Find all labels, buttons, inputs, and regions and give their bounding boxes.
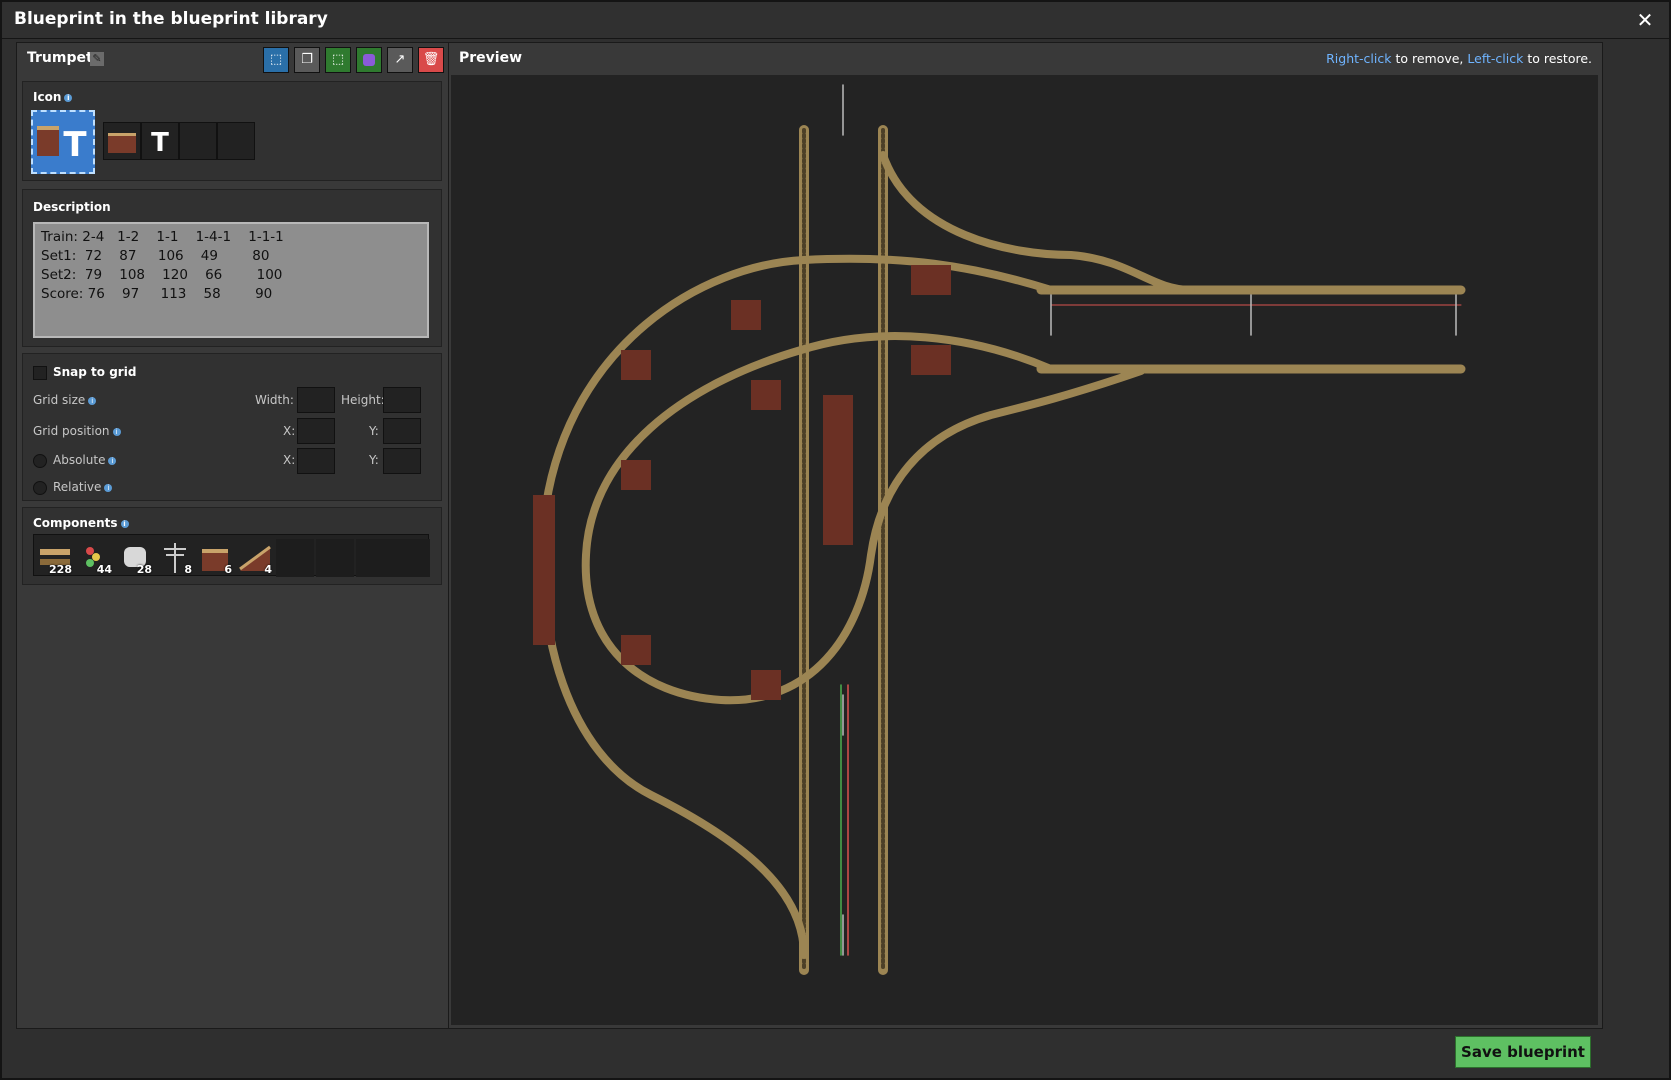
blueprint-preview-canvas[interactable] <box>451 75 1598 1025</box>
svg-text:T: T <box>151 128 169 158</box>
icon-section: Icon i T T <box>22 81 442 181</box>
big-electric-pole-icon[interactable]: 8 <box>156 539 194 577</box>
absolute-y-input[interactable] <box>383 448 421 474</box>
component-count: 28 <box>136 563 152 576</box>
relative-radio[interactable] <box>33 481 47 495</box>
rail-layout-drawing <box>533 84 1466 975</box>
absolute-radio[interactable] <box>33 454 47 468</box>
rail-support <box>751 380 781 410</box>
upgrade-area-icon[interactable]: ⬚ <box>325 47 351 73</box>
rail-support <box>621 350 651 380</box>
rail-support-icon[interactable]: 6 <box>196 539 234 577</box>
snap-to-grid-checkbox[interactable] <box>33 366 47 380</box>
rail-signal-icon[interactable]: 44 <box>76 539 114 577</box>
preview-panel: Preview Right-click to remove, Left-clic… <box>448 42 1603 1029</box>
components-bar: 228 44 28 8 6 4 <box>33 534 430 577</box>
component-count: 6 <box>224 563 232 576</box>
hint-text-2: to restore. <box>1523 51 1592 66</box>
info-icon[interactable]: i <box>108 456 117 465</box>
elevated-rail-ramp-icon[interactable]: 4 <box>236 539 274 577</box>
components-title: Components <box>33 516 118 530</box>
info-icon[interactable]: i <box>88 396 97 405</box>
x-label: X: <box>283 453 296 467</box>
rail-support <box>911 265 951 295</box>
description-textbox[interactable]: Train: 2-4 1-2 1-1 1-4-1 1-1-1 Set1: 72 … <box>33 222 429 338</box>
grid-position-y-input[interactable] <box>383 418 421 444</box>
description-line: Train: 2-4 1-2 1-1 1-4-1 1-1-1 <box>41 229 284 245</box>
blueprint-header: Trumpet ✎ ⬚ ❐ ⬚ ↗ 🗑 <box>17 43 449 75</box>
info-icon[interactable]: i <box>120 519 129 528</box>
grid-height-input[interactable] <box>383 387 421 413</box>
window-title: Blueprint in the blueprint library <box>14 9 328 29</box>
icon-slot-1[interactable] <box>103 122 141 160</box>
icon-slot-4[interactable] <box>217 122 255 160</box>
rail-support <box>621 460 651 490</box>
titlebar: Blueprint in the blueprint library ✕ <box>2 2 1669 39</box>
rail-support <box>911 345 951 375</box>
info-icon[interactable]: i <box>104 483 113 492</box>
rail-support <box>731 300 761 330</box>
description-title: Description <box>33 200 111 214</box>
height-label: Height: <box>341 393 385 407</box>
component-count: 8 <box>184 563 192 576</box>
description-section: Description Train: 2-4 1-2 1-1 1-4-1 1-1… <box>22 189 442 347</box>
x-label: X: <box>283 424 296 438</box>
copy-icon[interactable]: ❐ <box>294 47 320 73</box>
rail-support <box>751 670 781 700</box>
info-icon[interactable]: i <box>64 93 73 102</box>
snap-to-grid-label: Snap to grid <box>53 365 137 379</box>
empty-component-slot <box>276 539 314 577</box>
hint-left-click: Left-click <box>1467 51 1524 66</box>
rail-support <box>533 495 555 645</box>
relative-label: Relative <box>53 480 102 494</box>
icon-slot-3[interactable] <box>179 122 217 160</box>
icon-section-title: Icon <box>33 90 62 104</box>
info-icon[interactable]: i <box>112 427 121 436</box>
grid-section: Snap to grid Grid size i Width: Height: G… <box>22 353 442 501</box>
absolute-label: Absolute <box>53 453 106 467</box>
export-string-icon[interactable]: ↗ <box>387 47 413 73</box>
grid-position-label: Grid position <box>33 424 110 438</box>
y-label: Y: <box>369 424 379 438</box>
delete-icon[interactable]: 🗑 <box>418 47 444 73</box>
grid-position-x-input[interactable] <box>297 418 335 444</box>
description-line: Set2: 79 108 120 66 100 <box>41 267 283 283</box>
component-count: 228 <box>49 563 72 576</box>
icon-slot-2[interactable]: T <box>141 122 179 160</box>
close-icon[interactable]: ✕ <box>1633 8 1657 32</box>
hint-right-click: Right-click <box>1326 51 1392 66</box>
rail-support <box>823 395 853 545</box>
component-count: 44 <box>96 563 112 576</box>
rename-icon[interactable]: ✎ <box>90 52 104 66</box>
absolute-x-input[interactable] <box>297 448 335 474</box>
rail-chain-signal-icon[interactable]: 28 <box>116 539 154 577</box>
width-label: Width: <box>255 393 294 407</box>
rail-support <box>621 635 651 665</box>
blueprint-preview-icon[interactable]: T <box>31 110 95 174</box>
description-line: Set1: 72 87 106 49 80 <box>41 248 270 264</box>
rail-curve <box>581 332 1145 705</box>
preview-hint: Right-click to remove, Left-click to res… <box>1326 51 1592 66</box>
empty-component-slot <box>356 539 394 577</box>
rail-icon[interactable]: 228 <box>36 539 74 577</box>
empty-component-slot <box>392 539 430 577</box>
blueprint-settings-panel: Trumpet ✎ ⬚ ❐ ⬚ ↗ 🗑 Icon i T T Descripti… <box>16 42 450 1029</box>
preview-title: Preview <box>459 50 523 66</box>
parameters-icon[interactable] <box>356 47 382 73</box>
description-line: Score: 76 97 113 58 90 <box>41 286 273 302</box>
y-label: Y: <box>369 453 379 467</box>
blueprint-name: Trumpet <box>27 50 93 66</box>
svg-text:T: T <box>63 125 87 165</box>
empty-component-slot <box>316 539 354 577</box>
component-count: 4 <box>264 563 272 576</box>
save-blueprint-button[interactable]: Save blueprint <box>1455 1036 1591 1068</box>
components-section: Components i 228 44 28 8 6 4 <box>22 507 442 585</box>
grid-size-label: Grid size <box>33 393 86 407</box>
select-area-icon[interactable]: ⬚ <box>263 47 289 73</box>
hint-text-1: to remove, <box>1391 51 1468 66</box>
blueprint-window: Blueprint in the blueprint library ✕ Tru… <box>0 0 1671 1080</box>
grid-width-input[interactable] <box>297 387 335 413</box>
bottom-bar: Save blueprint <box>16 1032 1601 1074</box>
